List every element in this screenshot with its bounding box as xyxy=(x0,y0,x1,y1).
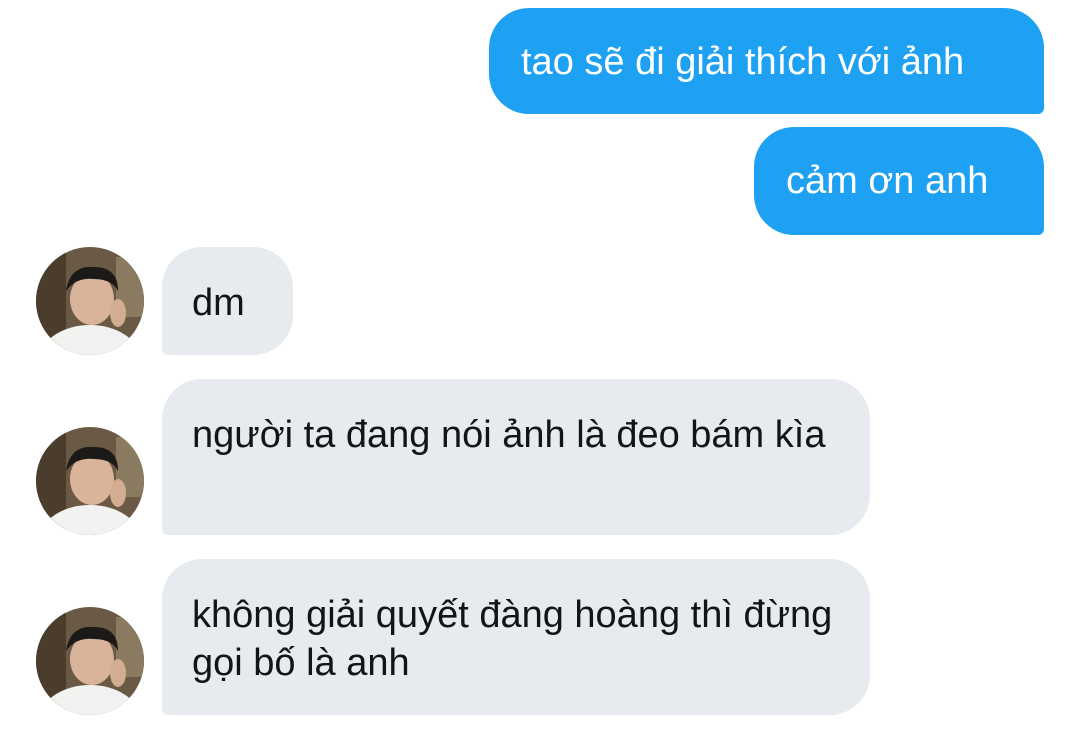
message-text: tao sẽ đi giải thích với ảnh xyxy=(521,41,965,83)
incoming-message-bubble[interactable]: người ta đang nói ảnh là đeo bám kìa xyxy=(162,379,870,535)
incoming-message-bubble[interactable]: dm xyxy=(162,247,293,355)
incoming-message-bubble[interactable]: không giải quyết đàng hoàng thì đừng gọi… xyxy=(162,559,870,715)
message-text: dm xyxy=(192,282,245,324)
avatar-photo-icon xyxy=(36,607,144,715)
message-text: không giải quyết đàng hoàng thì đừng gọi… xyxy=(192,594,833,684)
contact-avatar[interactable] xyxy=(36,247,144,355)
message-text: người ta đang nói ảnh là đeo bám kìa xyxy=(192,414,826,456)
contact-avatar[interactable] xyxy=(36,607,144,715)
outgoing-message-bubble[interactable]: tao sẽ đi giải thích với ảnh xyxy=(489,8,1044,114)
chat-thread: tao sẽ đi giải thích với ảnh cảm ơn anh … xyxy=(0,0,1080,734)
contact-avatar[interactable] xyxy=(36,427,144,535)
outgoing-message-bubble[interactable]: cảm ơn anh xyxy=(754,127,1044,235)
message-text: cảm ơn anh xyxy=(786,160,989,202)
avatar-photo-icon xyxy=(36,247,144,355)
avatar-photo-icon xyxy=(36,427,144,535)
